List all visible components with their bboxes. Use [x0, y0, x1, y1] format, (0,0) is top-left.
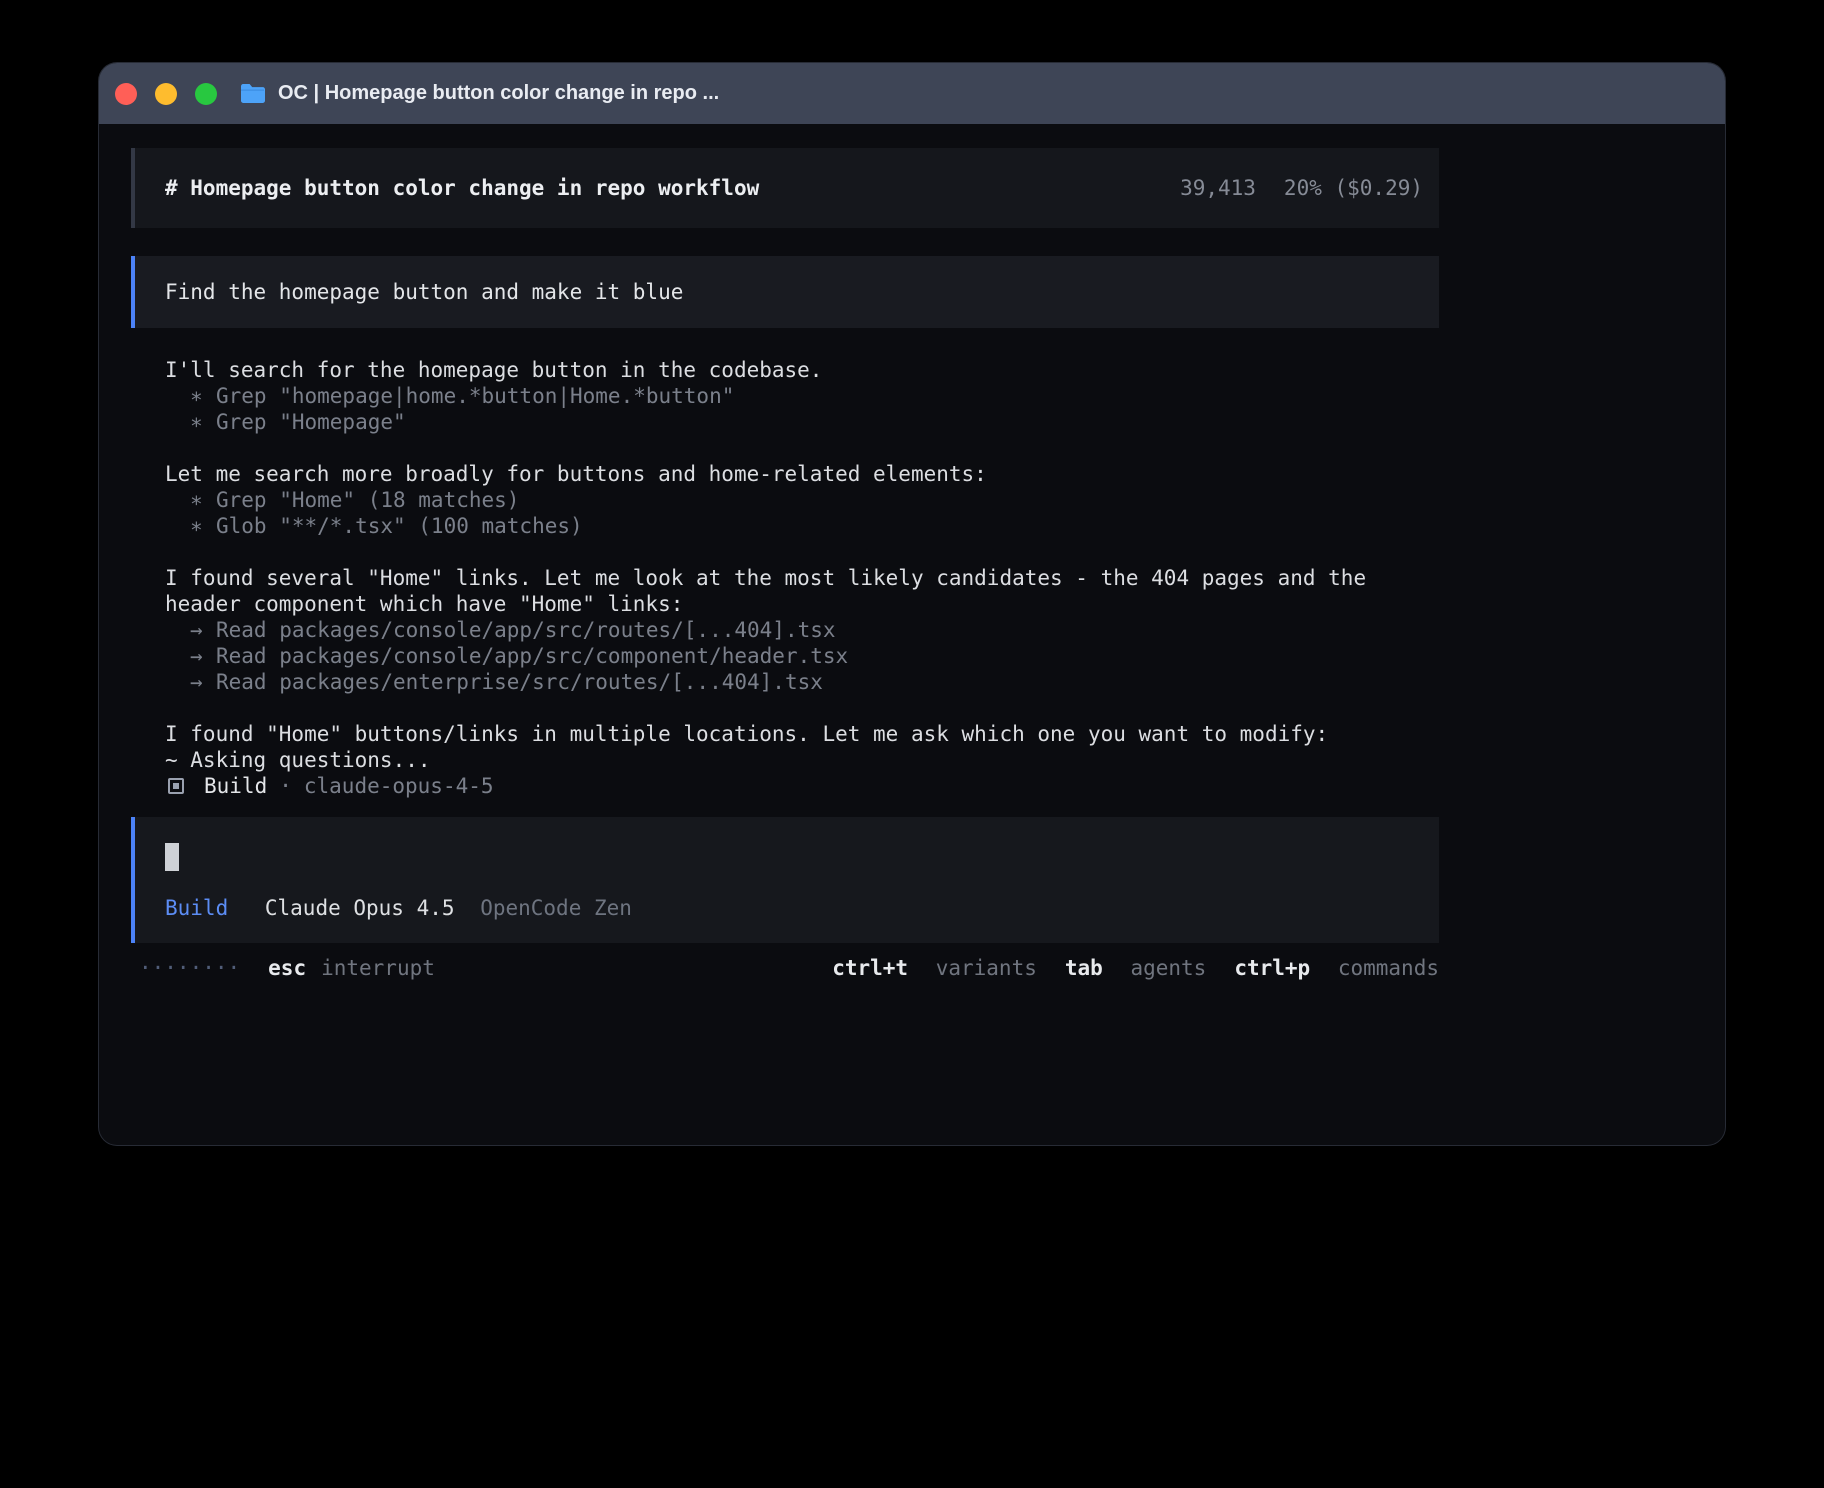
read-tool-icon: →: [190, 669, 216, 695]
terminal-window: OC | Homepage button color change in rep…: [99, 63, 1725, 1145]
assistant-text: I'll search for the homepage button in t…: [165, 357, 1439, 383]
status-bar: ········ esc interrupt ctrl+t variants t…: [131, 955, 1439, 981]
conversation: I'll search for the homepage button in t…: [131, 357, 1439, 799]
tool-call-group: ∗ Grep "homepage|home.*button|Home.*butt…: [165, 383, 1439, 435]
esc-key-hint: esc: [268, 955, 306, 981]
glob-tool-icon: ∗: [190, 513, 216, 539]
agents-key: tab: [1065, 956, 1103, 980]
prompt-input[interactable]: Build Claude Opus 4.5 OpenCode Zen: [131, 817, 1439, 943]
model-info: Build Claude Opus 4.5 OpenCode Zen: [165, 895, 1409, 921]
tool-call: ∗ Grep "homepage|home.*button|Home.*butt…: [165, 383, 1439, 409]
agent-status: Build · claude-opus-4-5: [165, 773, 1439, 799]
tool-call-group: ∗ Grep "Home" (18 matches) ∗ Glob "**/*.…: [165, 487, 1439, 539]
assistant-text: I found several "Home" links. Let me loo…: [165, 565, 1439, 617]
agent-mode-label[interactable]: Build: [165, 896, 228, 920]
grep-tool-icon: ∗: [190, 487, 216, 513]
tool-call: → Read packages/enterprise/src/routes/[.…: [165, 669, 1439, 695]
folder-icon: [239, 83, 266, 104]
tool-call-label: Grep "Homepage": [216, 409, 406, 435]
commands-key: ctrl+p: [1234, 956, 1310, 980]
model-provider-label: OpenCode Zen: [480, 896, 632, 920]
tool-call-label: Read packages/console/app/src/component/…: [216, 643, 848, 669]
text-cursor: [165, 843, 179, 871]
window-title: OC | Homepage button color change in rep…: [278, 82, 719, 105]
read-tool-icon: →: [190, 617, 216, 643]
user-message-text: Find the homepage button and make it blu…: [165, 280, 683, 304]
user-message: Find the homepage button and make it blu…: [131, 256, 1439, 328]
terminal-content: # Homepage button color change in repo w…: [99, 124, 1725, 981]
agent-model: claude-opus-4-5: [304, 773, 494, 799]
window-title-group: OC | Homepage button color change in rep…: [239, 82, 719, 105]
model-name-label: Claude Opus 4.5: [265, 896, 455, 920]
assistant-status-text: ~ Asking questions...: [165, 747, 1439, 773]
separator-dot: ·: [279, 773, 292, 799]
window-controls: [115, 83, 217, 105]
hint-variants: ctrl+t variants: [832, 955, 1037, 981]
hint-agents: tab agents: [1065, 955, 1206, 981]
tool-call: ∗ Grep "Homepage": [165, 409, 1439, 435]
agents-label: agents: [1130, 956, 1206, 980]
esc-key-label: interrupt: [321, 955, 435, 981]
context-cost: 20% ($0.29): [1284, 176, 1423, 200]
minimize-button[interactable]: [155, 83, 177, 105]
tool-call: ∗ Grep "Home" (18 matches): [165, 487, 1439, 513]
hint-commands: ctrl+p commands: [1234, 955, 1439, 981]
session-stats: 39,413 20% ($0.29): [1180, 176, 1423, 200]
tool-call: → Read packages/console/app/src/componen…: [165, 643, 1439, 669]
grep-tool-icon: ∗: [190, 383, 216, 409]
read-tool-icon: →: [190, 643, 216, 669]
session-header: # Homepage button color change in repo w…: [131, 148, 1439, 228]
tool-call: → Read packages/console/app/src/routes/[…: [165, 617, 1439, 643]
token-count: 39,413: [1180, 176, 1256, 200]
variants-label: variants: [936, 956, 1037, 980]
tool-call-label: Glob "**/*.tsx" (100 matches): [216, 513, 583, 539]
tool-call-label: Grep "homepage|home.*button|Home.*button…: [216, 383, 734, 409]
assistant-text: Let me search more broadly for buttons a…: [165, 461, 1439, 487]
grep-tool-icon: ∗: [190, 409, 216, 435]
assistant-text: I found "Home" buttons/links in multiple…: [165, 721, 1439, 747]
commands-label: commands: [1338, 956, 1439, 980]
titlebar[interactable]: OC | Homepage button color change in rep…: [99, 63, 1725, 124]
close-button[interactable]: [115, 83, 137, 105]
session-title: # Homepage button color change in repo w…: [165, 176, 759, 200]
agent-name: Build: [204, 773, 267, 799]
status-bar-left: ········ esc interrupt: [131, 955, 435, 981]
zoom-button[interactable]: [195, 83, 217, 105]
tool-call-label: Read packages/console/app/src/routes/[..…: [216, 617, 836, 643]
tool-call-group: → Read packages/console/app/src/routes/[…: [165, 617, 1439, 695]
status-bar-right: ctrl+t variants tab agents ctrl+p comman…: [832, 955, 1439, 981]
tool-call-label: Grep "Home" (18 matches): [216, 487, 519, 513]
agent-task-icon: [168, 778, 184, 794]
tool-call-label: Read packages/enterprise/src/routes/[...…: [216, 669, 823, 695]
tool-call: ∗ Glob "**/*.tsx" (100 matches): [165, 513, 1439, 539]
variants-key: ctrl+t: [832, 956, 908, 980]
spinner-dots: ········: [139, 955, 240, 981]
